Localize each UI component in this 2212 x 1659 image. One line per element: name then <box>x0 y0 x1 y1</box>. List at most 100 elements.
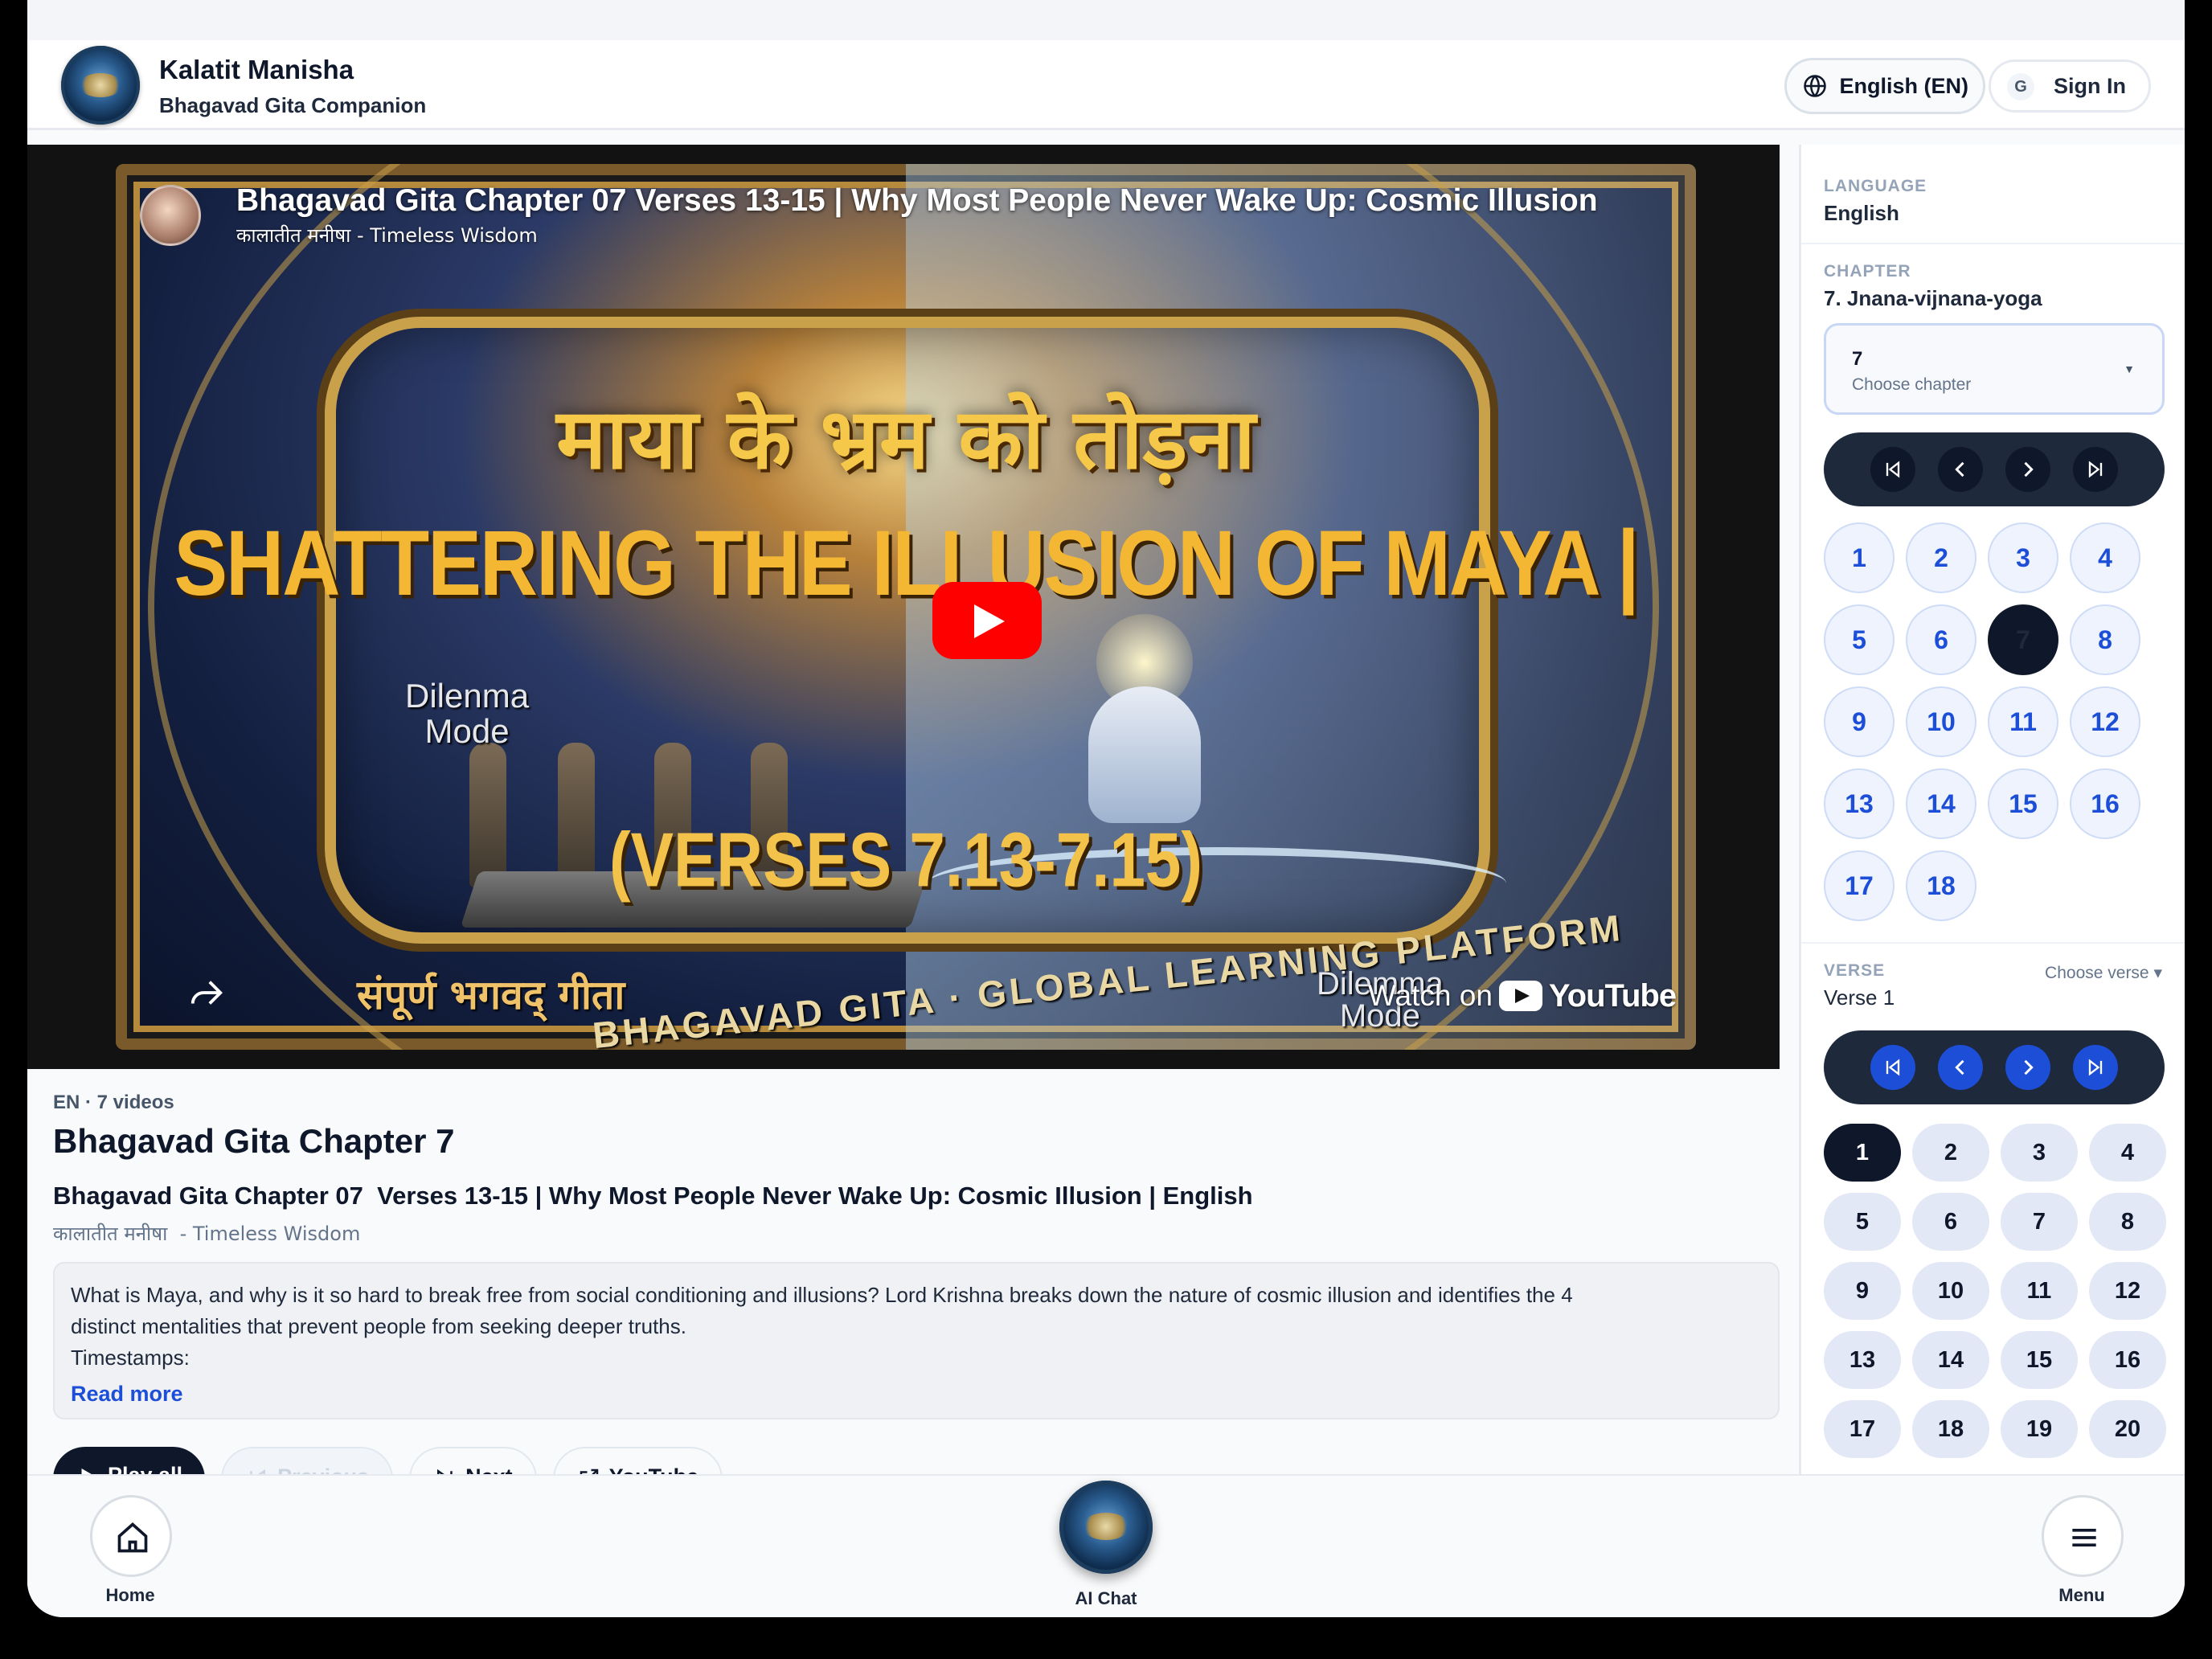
verse-button[interactable]: 20 <box>2089 1400 2166 1458</box>
chapter-label: CHAPTER <box>1824 262 1911 281</box>
chapter-button[interactable]: 6 <box>1906 604 1976 675</box>
ai-chat-button[interactable] <box>1059 1481 1153 1574</box>
description-line: What is Maya, and why is it so hard to b… <box>71 1283 1573 1307</box>
verse-button[interactable]: 7 <box>2001 1193 2078 1251</box>
google-icon: G <box>2007 73 2034 100</box>
verse-button[interactable]: 13 <box>1824 1331 1901 1389</box>
verse-button[interactable]: 10 <box>1912 1262 1989 1320</box>
chapter-grid: 1 2 3 4 5 6 7 8 9 10 11 12 13 14 15 16 17 18 <box>1824 522 2140 921</box>
chevron-left-icon <box>1955 461 1964 477</box>
chapter-button[interactable]: 16 <box>2070 768 2140 839</box>
sign-in-label: Sign In <box>2054 74 2126 98</box>
first-verse-button[interactable] <box>1870 1045 1915 1090</box>
chevron-right-icon <box>2024 461 2034 477</box>
video-overlay-channel[interactable]: कालातीत मनीषा - Timeless Wisdom <box>236 222 538 248</box>
verse-button[interactable]: 8 <box>2089 1193 2166 1251</box>
playlist-title: Bhagavad Gita Chapter 7 <box>53 1122 455 1160</box>
home-button[interactable] <box>90 1495 172 1577</box>
chapter-value: 7. Jnana-vijnana-yoga <box>1824 286 2042 310</box>
skip-first-icon <box>1886 1059 1900 1076</box>
verse-button[interactable]: 16 <box>2089 1331 2166 1389</box>
verse-nav-bar <box>1824 1030 2165 1104</box>
choose-verse-dropdown[interactable]: Choose verse ▾ <box>2045 963 2162 983</box>
play-button[interactable] <box>932 582 1042 659</box>
chapter-button[interactable]: 17 <box>1824 850 1895 921</box>
description-line: distinct mentalities that prevent people… <box>71 1314 686 1338</box>
previous-chapter-button[interactable] <box>1938 447 1983 492</box>
verse-button[interactable]: 12 <box>2089 1262 2166 1320</box>
language-value: English <box>1824 201 1899 225</box>
video-player[interactable]: माया के भ्रम को तोड़ना SHATTERING THE IL… <box>27 145 1780 1069</box>
video-title: Bhagavad Gita Chapter 07 Verses 13-15 | … <box>53 1182 1253 1210</box>
app-header: Kalatit Manisha Bhagavad Gita Companion … <box>27 40 2185 130</box>
verse-button[interactable]: 1 <box>1824 1124 1901 1182</box>
verse-button[interactable]: 3 <box>2001 1124 2078 1182</box>
chapter-button[interactable]: 4 <box>2070 522 2140 593</box>
chapter-button[interactable]: 11 <box>1988 686 2058 757</box>
verse-button[interactable]: 5 <box>1824 1193 1901 1251</box>
chapter-button[interactable]: 18 <box>1906 850 1976 921</box>
read-more-link[interactable]: Read more <box>71 1382 1762 1407</box>
first-chapter-button[interactable] <box>1870 447 1915 492</box>
bottom-navigation: Home AI Chat Menu <box>27 1474 2185 1617</box>
menu-button[interactable] <box>2042 1495 2124 1577</box>
chapter-button[interactable]: 14 <box>1906 768 1976 839</box>
verse-label: VERSE <box>1824 961 1886 980</box>
verse-value: Verse 1 <box>1824 985 1895 1010</box>
channel-avatar[interactable] <box>140 185 201 246</box>
verse-button[interactable]: 15 <box>2001 1331 2078 1389</box>
share-icon[interactable] <box>188 976 225 1013</box>
verse-button[interactable]: 9 <box>1824 1262 1901 1320</box>
chapter-button[interactable]: 9 <box>1824 686 1895 757</box>
chapter-button[interactable]: 1 <box>1824 522 1895 593</box>
chapter-button[interactable]: 12 <box>2070 686 2140 757</box>
next-verse-button[interactable] <box>2005 1045 2050 1090</box>
verse-button[interactable]: 17 <box>1824 1400 1901 1458</box>
thumbnail-english-title: SHATTERING THE ILLUSION OF MAYA | <box>174 511 1639 616</box>
verse-button[interactable]: 19 <box>2001 1400 2078 1458</box>
verse-grid: 1 2 3 4 5 6 7 8 9 10 11 12 13 14 15 16 17 18 19 20 <box>1824 1124 2166 1458</box>
video-thumbnail[interactable]: माया के भ्रम को तोड़ना SHATTERING THE IL… <box>116 164 1696 1050</box>
verse-button[interactable]: 2 <box>1912 1124 1989 1182</box>
last-verse-button[interactable] <box>2073 1045 2118 1090</box>
video-overlay-title[interactable]: Bhagavad Gita Chapter 07 Verses 13-15 | … <box>236 183 1683 219</box>
home-icon <box>117 1522 148 1553</box>
next-chapter-button[interactable] <box>2005 447 2050 492</box>
chapter-button[interactable]: 3 <box>1988 522 2058 593</box>
skip-last-icon <box>2088 1059 2103 1076</box>
chapter-button[interactable]: 5 <box>1824 604 1895 675</box>
thumbnail-sampurna-text: संपूर्ण भगवद् गीता <box>357 972 625 1018</box>
chapter-button[interactable]: 2 <box>1906 522 1976 593</box>
chapter-button[interactable]: 13 <box>1824 768 1895 839</box>
chapter-select[interactable]: 7 Choose chapter ▼ <box>1824 323 2165 415</box>
verse-button[interactable]: 11 <box>2001 1262 2078 1320</box>
home-label: Home <box>105 1585 155 1605</box>
language-button-label: English (EN) <box>1839 74 1969 98</box>
chapter-button[interactable]: 10 <box>1906 686 1976 757</box>
chevron-right-icon <box>2024 1059 2034 1075</box>
youtube-logo-icon <box>1498 981 1542 1011</box>
verse-button[interactable]: 18 <box>1912 1400 1989 1458</box>
chapter-button[interactable]: 8 <box>2070 604 2140 675</box>
chapter-select-value: 7 <box>1852 348 1863 370</box>
app-frame: Kalatit Manisha Bhagavad Gita Companion … <box>27 0 2185 1617</box>
verse-button[interactable]: 14 <box>1912 1331 1989 1389</box>
menu-label: Menu <box>2058 1585 2105 1605</box>
verse-button[interactable]: 6 <box>1912 1193 1989 1251</box>
sign-in-button[interactable]: G Sign In <box>1989 59 2151 113</box>
chapter-button[interactable]: 15 <box>1988 768 2058 839</box>
brand-logo[interactable] <box>61 46 140 125</box>
verse-button[interactable]: 4 <box>2089 1124 2166 1182</box>
chevron-left-icon <box>1955 1059 1964 1075</box>
watch-on-youtube-link[interactable]: Watch on YouTube <box>1368 976 1677 1016</box>
chapter-nav-bar <box>1824 432 2165 506</box>
last-chapter-button[interactable] <box>2073 447 2118 492</box>
top-strip <box>27 0 2185 40</box>
language-button[interactable]: English (EN) <box>1784 58 1985 114</box>
video-description: What is Maya, and why is it so hard to b… <box>53 1262 1780 1419</box>
playlist-meta: EN · 7 videos <box>53 1092 174 1113</box>
skip-first-icon <box>1886 461 1900 478</box>
previous-verse-button[interactable] <box>1938 1045 1983 1090</box>
globe-icon <box>1803 75 1826 97</box>
chapter-button[interactable]: 7 <box>1988 604 2058 675</box>
